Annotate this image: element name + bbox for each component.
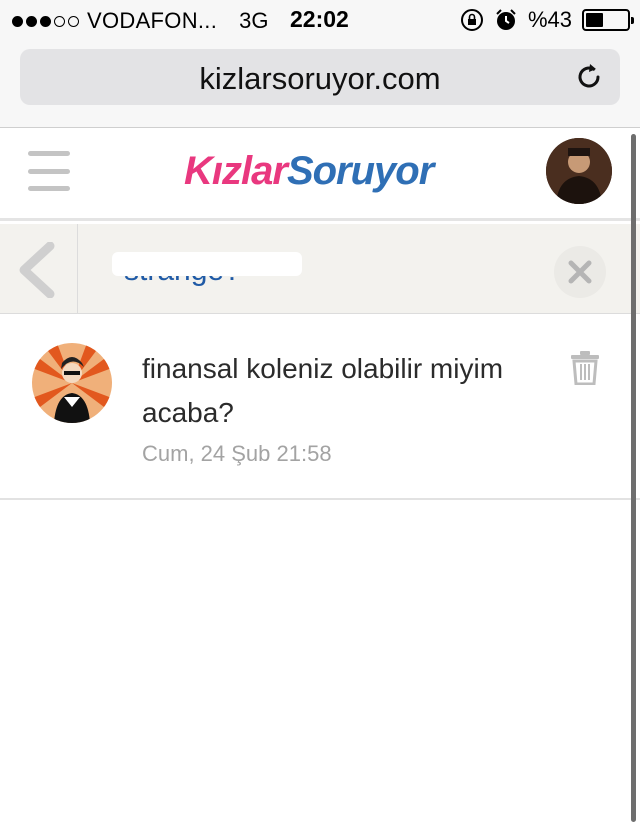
url-text[interactable]: kizlarsoruyor.com <box>20 61 620 97</box>
message-item: finansal koleniz olabilir miyim acaba? C… <box>0 315 640 500</box>
back-button[interactable] <box>0 224 78 314</box>
alarm-icon <box>496 9 516 30</box>
battery-percent: %43 <box>527 7 572 32</box>
chevron-left-icon <box>19 242 55 298</box>
signal-strength-icon <box>12 15 79 27</box>
close-button[interactable] <box>554 246 606 298</box>
reload-icon[interactable] <box>572 60 606 94</box>
hamburger-icon[interactable] <box>28 151 70 191</box>
battery-level <box>586 13 604 27</box>
status-right: %43 <box>460 7 634 33</box>
status-time: 22:02 <box>290 6 349 32</box>
logo-part-2: Soruyor <box>286 149 434 193</box>
browser-toolbar: kizlarsoruyor.com <box>0 40 640 128</box>
message-timestamp: Cum, 24 Şub 21:58 <box>142 441 332 466</box>
carrier-name: VODAFON... <box>87 8 218 33</box>
status-left: VODAFON... 3G <box>12 8 268 34</box>
status-bar: VODAFON... 3G 22:02 %43 <box>0 0 640 40</box>
user-avatar[interactable] <box>546 138 612 204</box>
site-header: KızlarSoruyor <box>0 129 640 221</box>
orientation-lock-icon <box>460 9 483 31</box>
address-bar[interactable]: kizlarsoruyor.com <box>20 49 620 105</box>
avatar-image <box>546 138 612 204</box>
trash-icon[interactable] <box>570 351 600 385</box>
conversation-bar: strange? <box>0 224 640 314</box>
site-logo[interactable]: KızlarSoruyor <box>184 149 434 194</box>
logo-part-1: Kızlar <box>184 149 288 193</box>
sender-avatar[interactable] <box>32 343 112 423</box>
message-text: finansal koleniz olabilir miyim acaba? <box>142 353 504 428</box>
scrollbar[interactable] <box>631 134 636 822</box>
close-icon <box>568 260 592 284</box>
network-type: 3G <box>239 8 269 33</box>
battery-icon <box>582 9 634 31</box>
sender-avatar-image <box>32 343 112 423</box>
redaction-mark <box>112 252 302 276</box>
